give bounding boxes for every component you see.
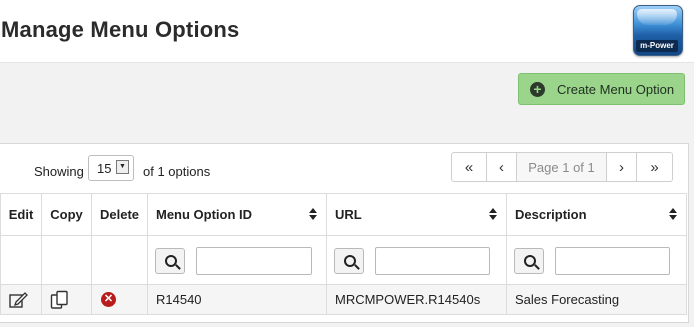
column-header-menu-option-id[interactable]: Menu Option ID bbox=[147, 193, 327, 236]
sort-icon[interactable] bbox=[309, 208, 318, 220]
last-page-button[interactable]: » bbox=[637, 153, 672, 181]
filter-cell-empty bbox=[0, 235, 42, 285]
filter-cell-empty bbox=[41, 235, 92, 285]
first-page-button[interactable]: « bbox=[452, 153, 487, 181]
pagination-controls: « ‹ Page 1 of 1 › » bbox=[451, 152, 673, 182]
header-row: Edit Copy Delete Menu Option ID URL Desc… bbox=[0, 193, 687, 236]
column-header-url[interactable]: URL bbox=[326, 193, 507, 236]
search-button[interactable] bbox=[155, 248, 185, 274]
mpower-logo: m-Power bbox=[633, 5, 683, 56]
delete-icon[interactable]: ✕ bbox=[101, 292, 116, 307]
search-icon-handle bbox=[534, 264, 540, 270]
create-menu-option-label: Create Menu Option bbox=[557, 81, 675, 97]
filter-cell-url bbox=[326, 235, 507, 285]
search-button[interactable] bbox=[514, 248, 544, 274]
search-icon-handle bbox=[175, 264, 181, 270]
description-filter-input[interactable] bbox=[555, 247, 670, 275]
menu-options-table: Edit Copy Delete Menu Option ID URL Desc… bbox=[0, 193, 687, 315]
search-icon-handle bbox=[354, 264, 360, 270]
dropdown-arrow-icon[interactable]: ▼ bbox=[116, 160, 129, 174]
logo-shine bbox=[637, 9, 677, 25]
copy-cell bbox=[41, 284, 92, 315]
filter-cell-menu-option-id bbox=[147, 235, 327, 285]
url-filter-input[interactable] bbox=[375, 247, 490, 275]
page-info: Page 1 of 1 bbox=[517, 153, 607, 181]
showing-label: Showing bbox=[34, 164, 84, 179]
per-page-value: 15 bbox=[97, 161, 112, 176]
edit-cell bbox=[0, 284, 42, 315]
next-page-button[interactable]: › bbox=[607, 153, 637, 181]
search-button[interactable] bbox=[334, 248, 364, 274]
delete-cell: ✕ bbox=[91, 284, 148, 315]
filter-cell-empty bbox=[91, 235, 148, 285]
column-header-copy: Copy bbox=[41, 193, 92, 236]
column-header-label: Menu Option ID bbox=[156, 207, 253, 222]
options-count-label: of 1 options bbox=[143, 164, 211, 179]
prev-page-button[interactable]: ‹ bbox=[487, 153, 517, 181]
copy-icon[interactable] bbox=[50, 290, 70, 310]
filter-row bbox=[0, 235, 687, 285]
per-page-select[interactable]: 15 ▼ bbox=[88, 155, 134, 181]
plus-circle-icon: + bbox=[530, 81, 545, 97]
cell-description: Sales Forecasting bbox=[506, 284, 687, 315]
cell-menu-option-id: R14540 bbox=[147, 284, 327, 315]
table-row: ✕ R14540 MRCMPOWER.R14540s Sales Forecas… bbox=[0, 284, 687, 315]
edit-icon[interactable] bbox=[9, 291, 29, 309]
column-header-description[interactable]: Description bbox=[506, 193, 687, 236]
sort-icon[interactable] bbox=[489, 208, 498, 220]
filter-cell-description bbox=[506, 235, 687, 285]
menu-option-id-filter-input[interactable] bbox=[196, 247, 312, 275]
create-menu-option-button[interactable]: + Create Menu Option bbox=[518, 73, 685, 105]
column-header-label: Description bbox=[515, 207, 587, 222]
column-header-label: URL bbox=[335, 207, 362, 222]
cell-url: MRCMPOWER.R14540s bbox=[326, 284, 507, 315]
logo-text: m-Power bbox=[636, 40, 678, 52]
page-title: Manage Menu Options bbox=[1, 17, 240, 42]
sort-icon[interactable] bbox=[669, 208, 678, 220]
column-header-delete: Delete bbox=[91, 193, 148, 236]
column-header-edit: Edit bbox=[0, 193, 42, 236]
